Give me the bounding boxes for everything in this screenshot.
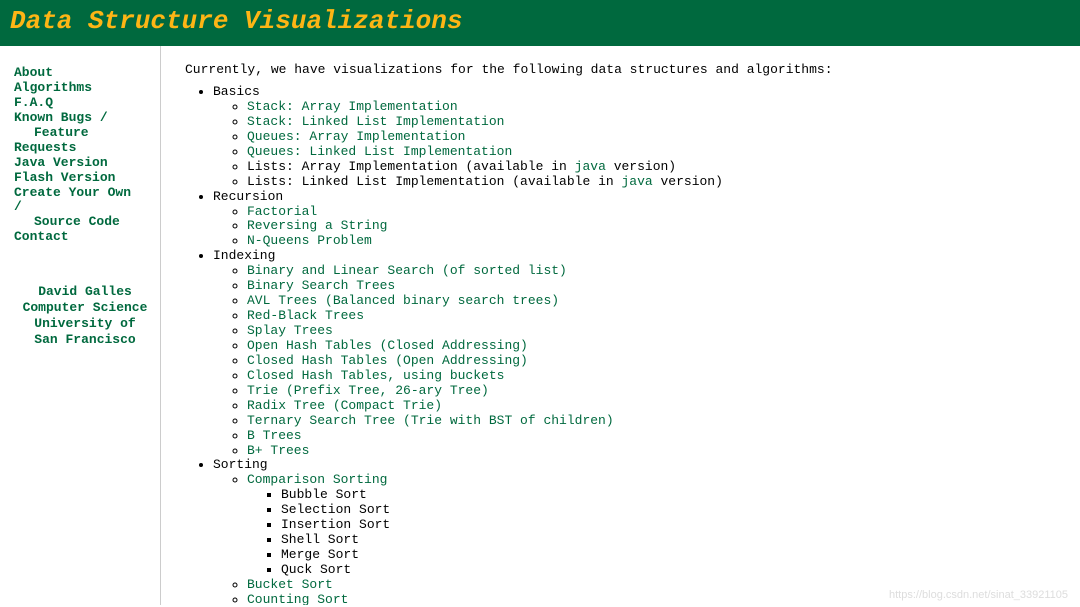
sidebar-nav-item[interactable]: Requests — [14, 141, 156, 156]
section-sublist: Binary and Linear Search (of sorted list… — [247, 264, 1072, 458]
sub-sort-item: Shell Sort — [281, 533, 1072, 548]
body-wrapper: AboutAlgorithmsF.A.QKnown Bugs /FeatureR… — [0, 46, 1080, 605]
page-title: Data Structure Visualizations — [10, 6, 462, 36]
algorithm-item[interactable]: B Trees — [247, 429, 1072, 444]
algorithm-item[interactable]: Ternary Search Tree (Trie with BST of ch… — [247, 414, 1072, 429]
sidebar-nav-item[interactable]: Java Version — [14, 156, 156, 171]
algorithm-text: Lists: Array Implementation — [247, 159, 458, 174]
java-link[interactable]: java — [575, 159, 606, 174]
sidebar: AboutAlgorithmsF.A.QKnown Bugs /FeatureR… — [0, 46, 160, 605]
algorithm-item[interactable]: Binary Search Trees — [247, 279, 1072, 294]
sidebar-nav-item[interactable]: Algorithms — [14, 81, 156, 96]
sub-sort-item: Bubble Sort — [281, 488, 1072, 503]
sidebar-footer-line: Computer Science — [14, 301, 156, 316]
algorithm-item[interactable]: Factorial — [247, 205, 1072, 220]
algorithm-link[interactable]: Stack: Array Implementation — [247, 99, 458, 114]
sidebar-nav-item[interactable]: Flash Version — [14, 171, 156, 186]
sidebar-nav-item[interactable]: About — [14, 66, 156, 81]
algorithm-link[interactable]: Binary and Linear Search (of sorted list… — [247, 263, 567, 278]
algorithm-item[interactable]: Stack: Array Implementation — [247, 100, 1072, 115]
sidebar-footer-line: San Francisco — [14, 333, 156, 348]
algorithm-link[interactable]: N-Queens Problem — [247, 233, 372, 248]
algorithm-item[interactable]: Closed Hash Tables, using buckets — [247, 369, 1072, 384]
sidebar-nav-item[interactable]: Known Bugs / — [14, 111, 156, 126]
algorithm-item: Lists: Array Implementation (available i… — [247, 160, 1072, 175]
sub-sort-list: Bubble SortSelection SortInsertion SortS… — [281, 488, 1072, 578]
algorithm-item[interactable]: Queues: Array Implementation — [247, 130, 1072, 145]
algorithm-link[interactable]: Queues: Array Implementation — [247, 129, 465, 144]
java-link[interactable]: java — [621, 174, 652, 189]
topic-list: BasicsStack: Array ImplementationStack: … — [213, 85, 1072, 605]
note-text: (available in — [458, 159, 575, 174]
algorithm-item[interactable]: Open Hash Tables (Closed Addressing) — [247, 339, 1072, 354]
note-text-2: version) — [606, 159, 676, 174]
main-content: Currently, we have visualizations for th… — [161, 46, 1080, 605]
algorithm-link[interactable]: B+ Trees — [247, 443, 309, 458]
section-item: BasicsStack: Array ImplementationStack: … — [213, 85, 1072, 190]
note-text: (available in — [504, 174, 621, 189]
algorithm-link[interactable]: Closed Hash Tables, using buckets — [247, 368, 504, 383]
sidebar-footer: David GallesComputer ScienceUniversity o… — [14, 285, 156, 348]
sidebar-nav-item[interactable]: Source Code — [14, 215, 156, 230]
algorithm-link[interactable]: Open Hash Tables (Closed Addressing) — [247, 338, 528, 353]
section-sublist: FactorialReversing a StringN-Queens Prob… — [247, 205, 1072, 250]
algorithm-item[interactable]: Radix Tree (Compact Trie) — [247, 399, 1072, 414]
algorithm-item: Lists: Linked List Implementation (avail… — [247, 175, 1072, 190]
algorithm-link[interactable]: Splay Trees — [247, 323, 333, 338]
algorithm-item[interactable]: Stack: Linked List Implementation — [247, 115, 1072, 130]
algorithm-link[interactable]: Trie (Prefix Tree, 26-ary Tree) — [247, 383, 489, 398]
algorithm-item[interactable]: AVL Trees (Balanced binary search trees) — [247, 294, 1072, 309]
algorithm-item[interactable]: N-Queens Problem — [247, 234, 1072, 249]
algorithm-link[interactable]: Comparison Sorting — [247, 472, 387, 487]
algorithm-item[interactable]: Comparison SortingBubble SortSelection S… — [247, 473, 1072, 578]
algorithm-item[interactable]: Queues: Linked List Implementation — [247, 145, 1072, 160]
section-sublist: Stack: Array ImplementationStack: Linked… — [247, 100, 1072, 190]
sidebar-nav-item[interactable]: Feature — [14, 126, 156, 141]
algorithm-link[interactable]: Binary Search Trees — [247, 278, 395, 293]
algorithm-item[interactable]: Splay Trees — [247, 324, 1072, 339]
algorithm-item[interactable]: Closed Hash Tables (Open Addressing) — [247, 354, 1072, 369]
sub-sort-item: Merge Sort — [281, 548, 1072, 563]
section-item: SortingComparison SortingBubble SortSele… — [213, 458, 1072, 605]
algorithm-link[interactable]: B Trees — [247, 428, 302, 443]
algorithm-item[interactable]: Red-Black Trees — [247, 309, 1072, 324]
algorithm-link[interactable]: Reversing a String — [247, 218, 387, 233]
sidebar-nav-item[interactable]: / — [14, 200, 156, 215]
sidebar-nav: AboutAlgorithmsF.A.QKnown Bugs /FeatureR… — [14, 66, 156, 245]
algorithm-link[interactable]: Queues: Linked List Implementation — [247, 144, 512, 159]
note-text-2: version) — [653, 174, 723, 189]
section-item: RecursionFactorialReversing a StringN-Qu… — [213, 190, 1072, 250]
algorithm-link[interactable]: Red-Black Trees — [247, 308, 364, 323]
algorithm-link[interactable]: Stack: Linked List Implementation — [247, 114, 504, 129]
sidebar-nav-item[interactable]: Create Your Own — [14, 186, 156, 201]
algorithm-link[interactable]: Counting Sort — [247, 592, 348, 605]
sub-sort-item: Selection Sort — [281, 503, 1072, 518]
sub-sort-item: Quck Sort — [281, 563, 1072, 578]
section-sublist: Comparison SortingBubble SortSelection S… — [247, 473, 1072, 605]
algorithm-item[interactable]: Trie (Prefix Tree, 26-ary Tree) — [247, 384, 1072, 399]
algorithm-text: Lists: Linked List Implementation — [247, 174, 504, 189]
algorithm-link[interactable]: Bucket Sort — [247, 577, 333, 592]
algorithm-item[interactable]: Reversing a String — [247, 219, 1072, 234]
section-item: IndexingBinary and Linear Search (of sor… — [213, 249, 1072, 458]
algorithm-link[interactable]: Factorial — [247, 204, 317, 219]
algorithm-item[interactable]: Binary and Linear Search (of sorted list… — [247, 264, 1072, 279]
sidebar-footer-line: University of — [14, 317, 156, 332]
page-header: Data Structure Visualizations — [0, 0, 1080, 46]
sidebar-footer-line: David Galles — [14, 285, 156, 300]
algorithm-link[interactable]: Radix Tree (Compact Trie) — [247, 398, 442, 413]
sidebar-nav-item[interactable]: Contact — [14, 230, 156, 245]
algorithm-link[interactable]: Ternary Search Tree (Trie with BST of ch… — [247, 413, 614, 428]
sub-sort-item: Insertion Sort — [281, 518, 1072, 533]
algorithm-link[interactable]: Closed Hash Tables (Open Addressing) — [247, 353, 528, 368]
sidebar-nav-item[interactable]: F.A.Q — [14, 96, 156, 111]
algorithm-item[interactable]: B+ Trees — [247, 444, 1072, 459]
algorithm-link[interactable]: AVL Trees (Balanced binary search trees) — [247, 293, 559, 308]
intro-text: Currently, we have visualizations for th… — [185, 62, 1072, 77]
watermark-text: https://blog.csdn.net/sinat_33921105 — [889, 589, 1068, 601]
